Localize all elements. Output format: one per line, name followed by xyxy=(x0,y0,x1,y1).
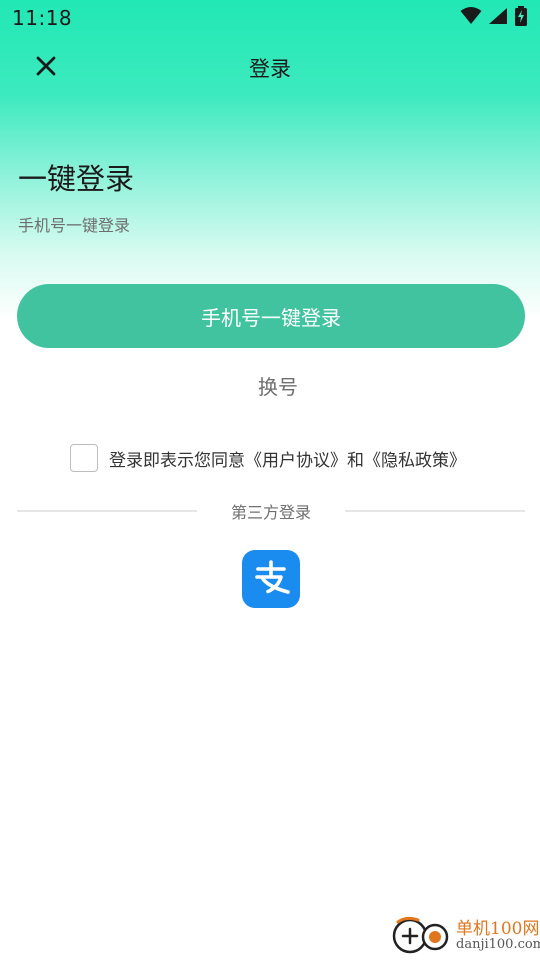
close-button[interactable] xyxy=(30,52,62,84)
watermark-logo-icon xyxy=(388,914,450,958)
third-party-divider: 第三方登录 xyxy=(17,498,525,524)
close-icon xyxy=(35,55,57,81)
login-subheading: 手机号一键登录 xyxy=(18,216,131,235)
agreement-checkbox[interactable] xyxy=(70,444,98,472)
status-icons xyxy=(460,6,528,30)
signal-icon xyxy=(488,7,508,29)
alipay-login-button[interactable] xyxy=(242,550,300,608)
battery-charging-icon xyxy=(514,6,528,30)
divider-line-left xyxy=(17,510,197,512)
status-time: 11:18 xyxy=(12,6,73,30)
third-party-label: 第三方登录 xyxy=(230,503,311,522)
page-title: 登录 xyxy=(249,57,291,81)
wifi-icon xyxy=(460,7,482,29)
watermark: 单机100网 danji100.com xyxy=(388,914,540,958)
alipay-icon xyxy=(250,556,292,602)
status-bar: 11:18 xyxy=(0,0,540,36)
divider-line-right xyxy=(345,510,525,512)
navigation-bar: 登录 xyxy=(0,46,540,90)
one-click-login-button[interactable]: 手机号一键登录 xyxy=(17,284,525,348)
watermark-title: 单机100网 xyxy=(456,918,540,939)
watermark-url: danji100.com xyxy=(456,937,540,953)
login-heading: 一键登录 xyxy=(18,162,135,196)
agreement-row: 登录即表示您同意《用户协议》和《隐私政策》 xyxy=(70,444,466,472)
agreement-text[interactable]: 登录即表示您同意《用户协议》和《隐私政策》 xyxy=(109,446,466,471)
switch-number-link[interactable]: 换号 xyxy=(0,371,540,400)
